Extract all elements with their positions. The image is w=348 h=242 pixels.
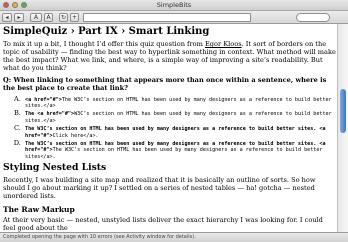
search-field[interactable] (296, 12, 330, 22)
reload-button[interactable]: ↻ (59, 12, 68, 22)
answer-a-open-tag: <a href="#"> (25, 96, 62, 103)
egor-kloos-link[interactable]: Egor Kloos (205, 40, 242, 48)
answer-c-tail: . (95, 132, 99, 139)
back-button[interactable]: ◂ (2, 12, 12, 22)
page-title: SimpleQuiz › Part IX › Smart Linking (3, 26, 210, 37)
intro-paragraph: To mix it up a bit, I thought I’d offer … (3, 40, 336, 72)
add-bookmark-button[interactable]: + (70, 12, 79, 22)
page-content: SimpleQuiz › Part IX › Smart Linking To … (0, 24, 336, 232)
subsection-paragraph: At their very basic — nested, unstyled l… (3, 215, 323, 232)
answer-d-text: The W3C’s section on HTML has been used … (25, 147, 323, 160)
window-title: SimpleBits (156, 1, 192, 9)
toolbar: ◂ ▸ A A ↻ + (0, 11, 348, 24)
text-smaller-button[interactable]: A (44, 12, 53, 22)
address-field[interactable] (83, 12, 251, 22)
answer-list: <a href="#">The W3C’s section on HTML ha… (3, 96, 336, 161)
subsection-heading: The Raw Markup (3, 204, 75, 214)
title-bar: SimpleBits (0, 0, 348, 11)
answer-option-b: The <a href="#">W3C’s section on HTML ha… (23, 110, 336, 124)
intro-text-start: To mix it up a bit, I thought I’d offer … (3, 40, 205, 48)
answer-option-c: The W3C’s section on HTML has been used … (23, 125, 336, 139)
section-heading: Styling Nested Lists (3, 162, 107, 174)
answer-option-d: The W3C’s section on HTML has been used … (23, 140, 336, 160)
answer-b-open-tag: The <a href="#"> (25, 111, 75, 118)
answer-d-tail: . (52, 153, 56, 160)
text-larger-button[interactable]: A (30, 12, 42, 22)
answer-option-a: <a href="#">The W3C’s section on HTML ha… (23, 96, 336, 110)
status-bar: Completed opening the page with 10 error… (0, 232, 348, 242)
scrollbar-thumb[interactable] (340, 89, 346, 133)
forward-button[interactable]: ▸ (14, 12, 24, 22)
vertical-scrollbar[interactable] (337, 24, 348, 232)
section-paragraph: Recently, I was building a site map and … (3, 176, 316, 201)
answer-a-text: The W3C’s section on HTML has been used … (25, 96, 332, 109)
browser-window: SimpleBits ◂ ▸ A A ↻ + SimpleQuiz › Part… (0, 0, 348, 242)
answer-c-text: Click here</a> (52, 132, 96, 139)
quiz-question: Q: When linking to something that appear… (3, 76, 327, 93)
